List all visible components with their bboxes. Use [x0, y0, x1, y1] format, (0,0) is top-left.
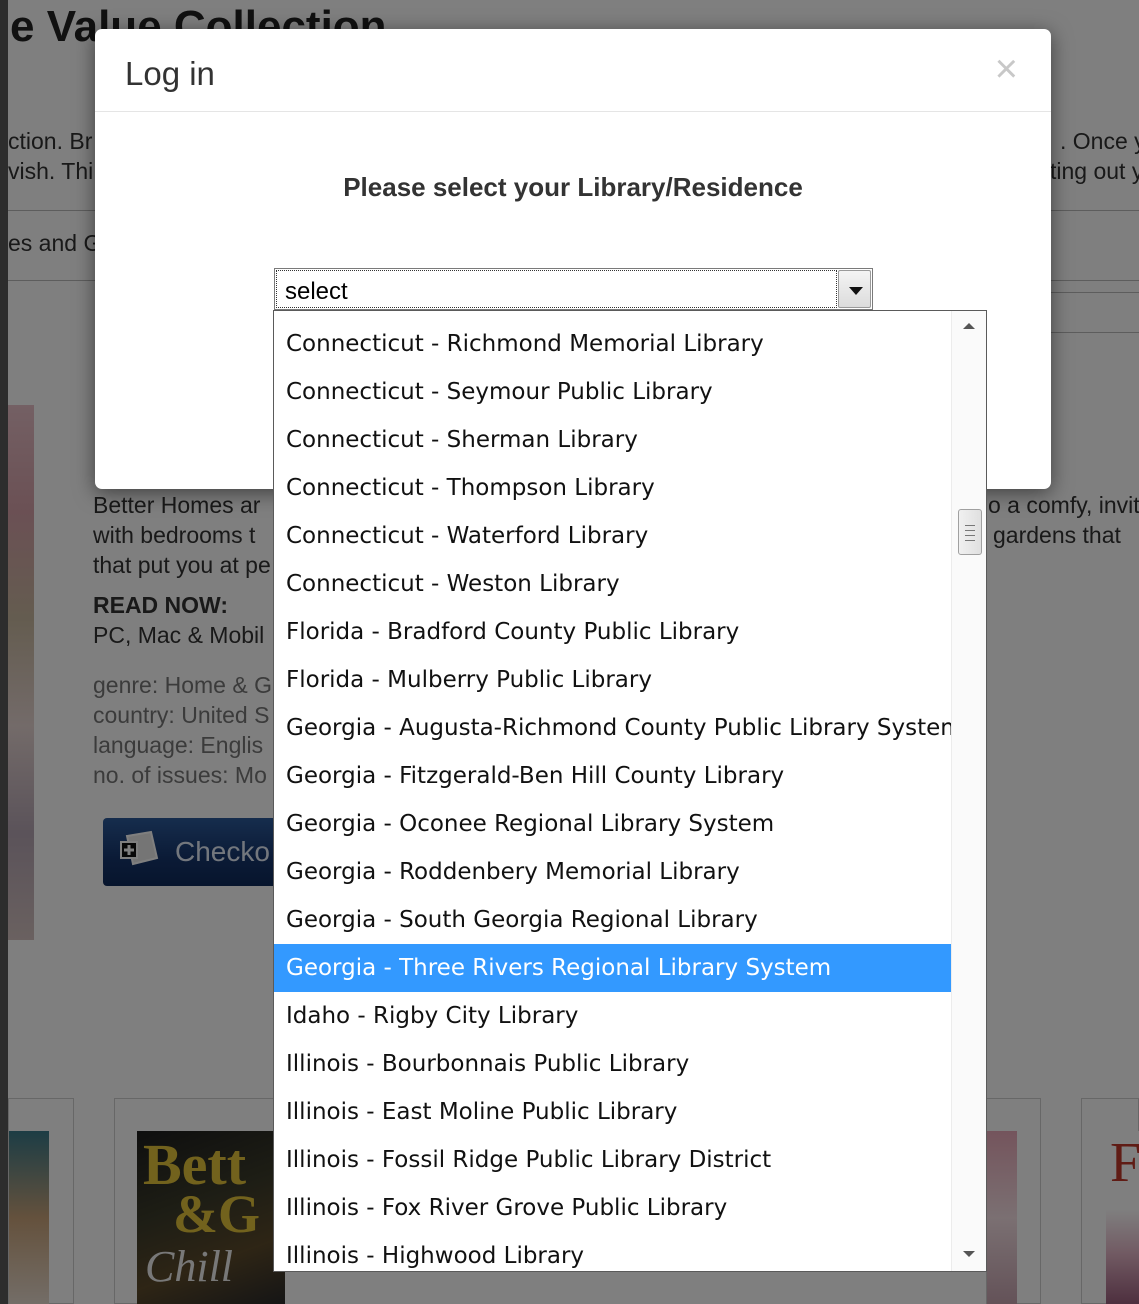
grip-line	[965, 525, 975, 526]
options-list: Connecticut - Richmond Memorial Library C…	[274, 320, 951, 1271]
scroll-up-arrow-icon[interactable]	[952, 311, 986, 345]
select-option[interactable]: Connecticut - Weston Library	[274, 560, 951, 608]
grip-line	[965, 540, 975, 541]
select-option[interactable]: Georgia - Three Rivers Regional Library …	[274, 944, 951, 992]
close-icon[interactable]: ×	[995, 49, 1018, 89]
library-select[interactable]: select	[274, 268, 873, 310]
select-option[interactable]: Connecticut - Richmond Memorial Library	[274, 320, 951, 368]
select-option[interactable]: Connecticut - Waterford Library	[274, 512, 951, 560]
library-select-value: select	[276, 270, 837, 308]
select-option[interactable]: Georgia - South Georgia Regional Library	[274, 896, 951, 944]
scroll-down-arrow-icon[interactable]	[952, 1237, 986, 1271]
select-option[interactable]: Connecticut - Sherman Library	[274, 416, 951, 464]
select-option[interactable]: Georgia - Fitzgerald-Ben Hill County Lib…	[274, 752, 951, 800]
select-option[interactable]: Illinois - Highwood Library	[274, 1232, 951, 1271]
grip-line	[965, 535, 975, 536]
select-option[interactable]: Illinois - Fossil Ridge Public Library D…	[274, 1136, 951, 1184]
library-prompt: Please select your Library/Residence	[343, 172, 803, 202]
select-option[interactable]: Idaho - Rigby City Library	[274, 992, 951, 1040]
library-dropdown-list[interactable]: Connecticut - Richmond Memorial Library C…	[273, 310, 987, 1272]
select-option[interactable]: Georgia - Roddenbery Memorial Library	[274, 848, 951, 896]
scroll-thumb[interactable]	[958, 509, 982, 555]
chevron-down-icon[interactable]	[838, 270, 871, 308]
grip-line	[965, 530, 975, 531]
select-option[interactable]: Florida - Bradford County Public Library	[274, 608, 951, 656]
modal-header: Log in ×	[95, 29, 1051, 112]
select-option[interactable]: Georgia - Augusta-Richmond County Public…	[274, 704, 951, 752]
select-option[interactable]: Illinois - Bourbonnais Public Library	[274, 1040, 951, 1088]
select-option[interactable]: Georgia - Oconee Regional Library System	[274, 800, 951, 848]
modal-title: Log in	[125, 55, 215, 92]
select-option[interactable]: Illinois - East Moline Public Library	[274, 1088, 951, 1136]
select-option[interactable]: Connecticut - Seymour Public Library	[274, 368, 951, 416]
select-option[interactable]: Illinois - Fox River Grove Public Librar…	[274, 1184, 951, 1232]
scrollbar[interactable]	[951, 311, 986, 1271]
select-option[interactable]: Connecticut - Thompson Library	[274, 464, 951, 512]
select-option[interactable]: Florida - Mulberry Public Library	[274, 656, 951, 704]
